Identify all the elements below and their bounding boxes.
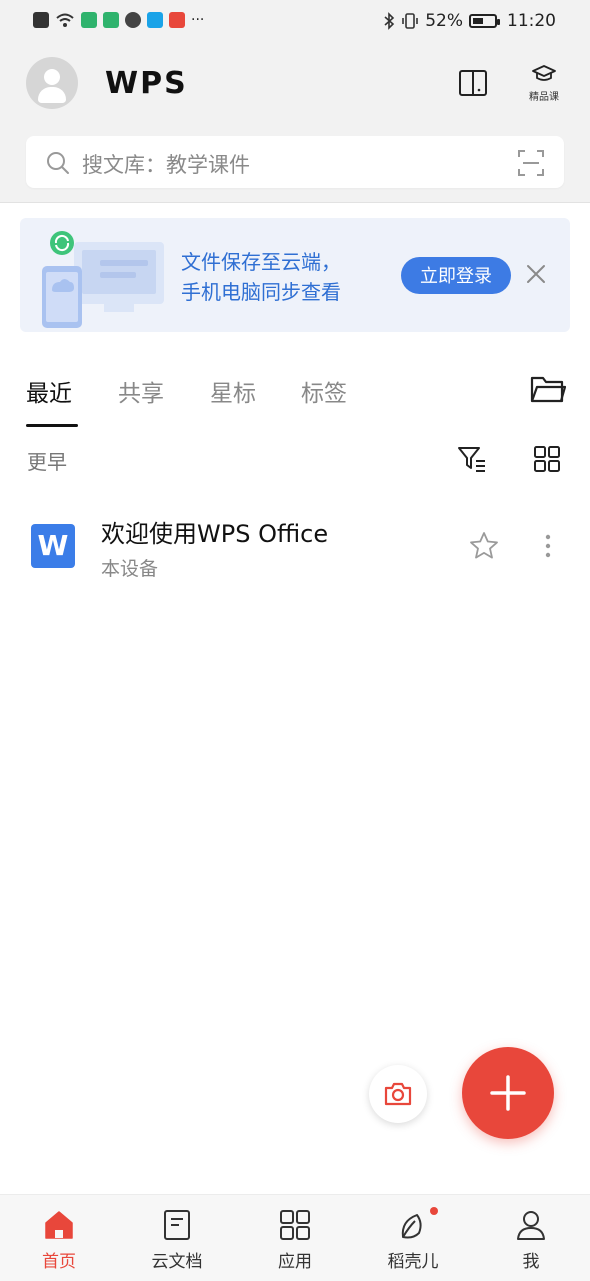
new-document-button[interactable]	[462, 1047, 554, 1139]
tablet-mode-button[interactable]	[458, 68, 488, 98]
filter-icon[interactable]	[457, 444, 487, 474]
nav-apps[interactable]: 应用	[236, 1195, 354, 1281]
nav-cloud-docs[interactable]: 云文档	[118, 1195, 236, 1281]
folder-icon[interactable]	[530, 373, 566, 405]
file-location: 本设备	[101, 558, 159, 580]
nav-apps-label: 应用	[278, 1252, 312, 1272]
search-input[interactable]: 搜文库：教学课件	[82, 149, 250, 179]
globe-icon	[125, 12, 141, 28]
home-icon	[45, 1211, 73, 1239]
nav-home[interactable]: 首页	[0, 1195, 118, 1281]
file-name[interactable]: 欢迎使用WPS Office	[101, 514, 328, 549]
banner-line-1: 文件保存至云端，	[181, 250, 341, 274]
tab-starred[interactable]: 星标	[210, 374, 256, 408]
bluetooth-icon	[384, 12, 395, 30]
status-bar: ··· 52% 11:20	[0, 0, 590, 44]
cloud-doc-icon	[164, 1210, 190, 1240]
nav-home-label: 首页	[42, 1252, 76, 1272]
file-tabs: 最近 共享 星标 标签	[26, 374, 566, 430]
more-notifications: ···	[191, 12, 205, 28]
graduation-cap-icon	[532, 65, 556, 81]
battery-percent: 52%	[425, 11, 463, 31]
section-earlier: 更早	[27, 450, 67, 474]
apps-grid-icon	[280, 1210, 310, 1240]
grid-view-icon[interactable]	[533, 445, 561, 473]
tab-tags[interactable]: 标签	[301, 374, 347, 408]
nav-docer-label: 稻壳儿	[387, 1252, 439, 1272]
word-doc-icon: W	[31, 524, 75, 568]
search-bar[interactable]: 搜文库：教学课件	[26, 136, 564, 188]
banner-message: 文件保存至云端， 手机电脑同步查看	[181, 247, 341, 307]
wps-logo: WPS	[105, 66, 188, 101]
banner-line-2: 手机电脑同步查看	[181, 280, 341, 304]
tab-recent[interactable]: 最近	[26, 374, 72, 408]
leaf-icon	[401, 1214, 422, 1239]
search-icon	[47, 152, 69, 174]
more-options-icon[interactable]	[540, 531, 556, 561]
battery-icon	[469, 14, 500, 28]
cloud-sync-illustration	[42, 231, 164, 328]
premium-course-button[interactable]: 精品课	[526, 64, 562, 104]
premium-course-label: 精品课	[529, 92, 559, 103]
fitness-app-icon	[81, 12, 97, 28]
avatar[interactable]	[26, 57, 78, 109]
wifi-icon	[56, 13, 74, 27]
active-tab-indicator	[26, 424, 78, 427]
nav-me-label: 我	[522, 1252, 540, 1272]
battery-fill	[473, 18, 483, 24]
profile-icon	[517, 1211, 545, 1240]
fitness-app-icon-2	[103, 12, 119, 28]
nav-cloud-docs-label: 云文档	[151, 1252, 203, 1272]
camera-scan-button[interactable]	[369, 1065, 427, 1123]
plus-icon	[490, 1075, 526, 1111]
vibrate-icon	[402, 13, 419, 29]
notification-icons: ···	[33, 12, 204, 28]
alert-icon	[33, 12, 49, 28]
cloud-login-banner[interactable]: 文件保存至云端， 手机电脑同步查看 立即登录	[20, 218, 570, 332]
avatar-head	[44, 69, 60, 85]
close-icon[interactable]	[525, 263, 547, 285]
search-app-icon	[147, 12, 163, 28]
tablet-icon	[459, 70, 487, 96]
nav-docer[interactable]: 稻壳儿	[354, 1195, 472, 1281]
tab-shared[interactable]: 共享	[118, 374, 164, 408]
nav-me[interactable]: 我	[472, 1195, 590, 1281]
notification-dot	[430, 1207, 438, 1215]
status-right: 52% 11:20	[383, 11, 556, 31]
book-app-icon	[169, 12, 185, 28]
camera-icon	[384, 1082, 412, 1106]
login-button[interactable]: 立即登录	[401, 257, 511, 294]
bottom-nav: 首页 云文档 应用 稻壳儿 我	[0, 1194, 590, 1281]
star-icon[interactable]	[468, 530, 500, 562]
avatar-shoulders	[38, 87, 66, 103]
clock: 11:20	[507, 11, 556, 31]
scan-icon[interactable]	[518, 150, 544, 176]
